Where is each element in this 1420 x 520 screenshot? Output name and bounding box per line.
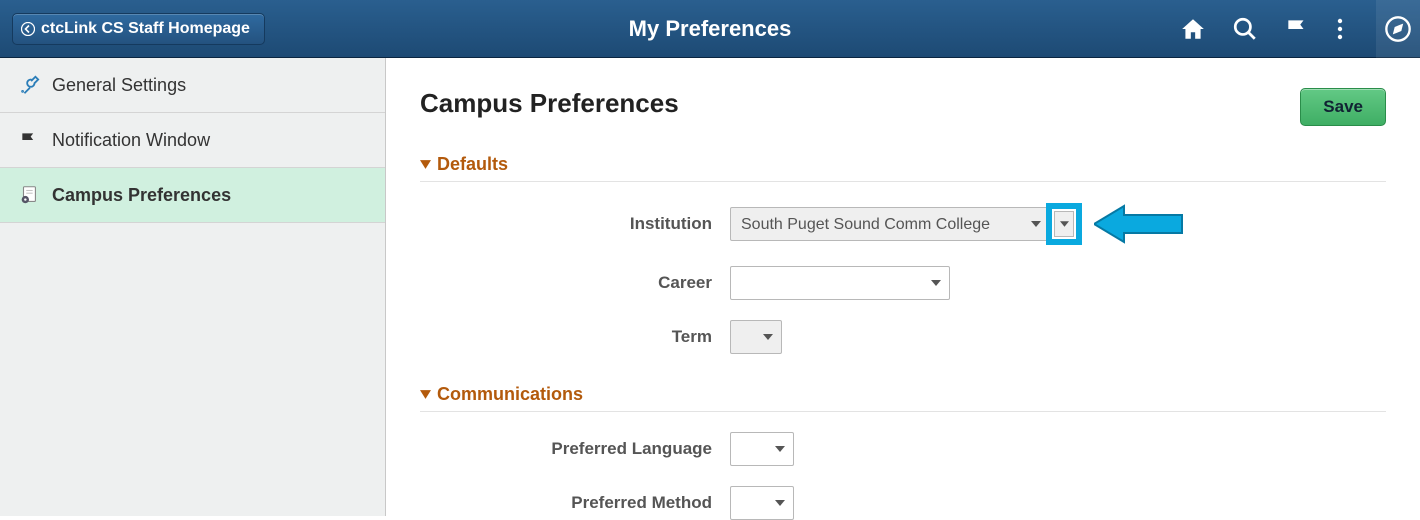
- preferred-method-label: Preferred Method: [420, 493, 730, 513]
- collapse-triangle-icon: [420, 390, 431, 399]
- institution-label: Institution: [420, 214, 730, 234]
- field-institution: Institution South Puget Sound Comm Colle…: [420, 202, 1386, 246]
- top-bar: ctcLink CS Staff Homepage My Preferences: [0, 0, 1420, 58]
- section-heading: Defaults: [437, 154, 508, 175]
- field-preferred-language: Preferred Language: [420, 432, 1386, 466]
- sidebar-item-label: Campus Preferences: [52, 185, 231, 206]
- field-preferred-method: Preferred Method: [420, 486, 1386, 520]
- career-select[interactable]: [730, 266, 950, 300]
- save-button-label: Save: [1323, 97, 1363, 116]
- content-title: Campus Preferences: [420, 88, 679, 119]
- chevron-left-icon: [21, 22, 35, 36]
- flag-icon[interactable]: [1284, 16, 1310, 42]
- sidebar-item-label: Notification Window: [52, 130, 210, 151]
- section-defaults-header[interactable]: Defaults: [420, 154, 1386, 182]
- field-career: Career: [420, 266, 1386, 300]
- document-gear-icon: [18, 184, 40, 206]
- sidebar-item-general-settings[interactable]: General Settings: [0, 58, 385, 113]
- sidebar: General Settings Notification Window Cam…: [0, 58, 386, 516]
- chevron-down-icon: [1060, 221, 1069, 227]
- flag-dark-icon: [18, 129, 40, 151]
- highlight-annotation: [1046, 203, 1082, 245]
- sidebar-item-label: General Settings: [52, 75, 186, 96]
- topbar-icons: [1180, 0, 1408, 58]
- save-button[interactable]: Save: [1300, 88, 1386, 126]
- term-select[interactable]: [730, 320, 782, 354]
- preferred-language-label: Preferred Language: [420, 439, 730, 459]
- section-communications-header[interactable]: Communications: [420, 384, 1386, 412]
- more-icon[interactable]: [1336, 17, 1344, 41]
- career-label: Career: [420, 273, 730, 293]
- home-icon[interactable]: [1180, 16, 1206, 42]
- arrow-left-icon: [1094, 202, 1184, 246]
- arrow-annotation: [1094, 202, 1184, 246]
- back-button[interactable]: ctcLink CS Staff Homepage: [12, 13, 265, 45]
- term-label: Term: [420, 327, 730, 347]
- content-area: Campus Preferences Save Defaults Institu…: [386, 58, 1420, 516]
- sidebar-item-notification-window[interactable]: Notification Window: [0, 113, 385, 168]
- preferred-method-select[interactable]: [730, 486, 794, 520]
- collapse-triangle-icon: [420, 160, 431, 169]
- page-title: My Preferences: [629, 16, 792, 42]
- search-icon[interactable]: [1232, 16, 1258, 42]
- preferred-language-select[interactable]: [730, 432, 794, 466]
- section-heading: Communications: [437, 384, 583, 405]
- compass-icon: [1384, 15, 1412, 43]
- wrench-icon: [18, 74, 40, 96]
- back-button-label: ctcLink CS Staff Homepage: [41, 20, 250, 38]
- field-term: Term: [420, 320, 1386, 354]
- sidebar-item-campus-preferences[interactable]: Campus Preferences: [0, 168, 385, 223]
- nav-compass-button[interactable]: [1376, 0, 1420, 58]
- institution-select[interactable]: South Puget Sound Comm College: [730, 207, 1050, 241]
